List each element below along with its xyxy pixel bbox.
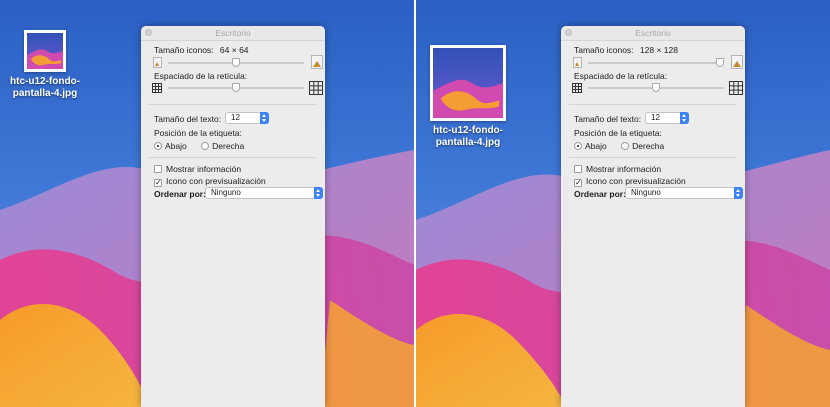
popup-arrows-icon (680, 112, 689, 124)
radio-bottom-label: Abajo (165, 141, 187, 151)
grid-spacing-slider[interactable] (588, 83, 724, 92)
large-icon-size-icon (311, 55, 323, 69)
radio-right-label: Derecha (632, 141, 665, 151)
icon-size-slider-knob[interactable] (716, 58, 724, 67)
radio-right-control[interactable] (621, 142, 630, 150)
panel-title: Escritorio (635, 28, 671, 38)
radio-right-label: Derecha (212, 141, 245, 151)
grid-spacing-label: Espaciado de la retícula: (154, 71, 248, 81)
icon-size-value: 64 × 64 (219, 45, 249, 55)
icon-preview-checkbox[interactable]: ✓ (574, 179, 582, 187)
desktop-screenshot-right: htc-u12-fondo- pantalla-4.jpg Escritorio… (416, 0, 830, 407)
sort-by-value: Ninguno (631, 188, 661, 197)
label-position-options: Abajo Derecha (574, 141, 664, 151)
show-info-checkbox[interactable] (154, 165, 162, 173)
desktop-file[interactable]: htc-u12-fondo- pantalla-4.jpg (6, 30, 84, 100)
sort-by-popup[interactable]: Ninguno (205, 187, 323, 199)
file-name-line-1: htc-u12-fondo- (10, 76, 80, 87)
grid-spacing-slider-knob[interactable] (232, 83, 240, 92)
popup-arrows-icon (260, 112, 269, 124)
icon-size-slider[interactable] (588, 58, 724, 67)
large-icon-size-icon (731, 55, 743, 69)
panel-title: Escritorio (215, 28, 251, 38)
file-name: htc-u12-fondo- pantalla-4.jpg (6, 76, 84, 100)
label-position-options: Abajo Derecha (154, 141, 244, 151)
icon-preview-row[interactable]: ✓ Icono con previsualización (154, 176, 266, 187)
icon-size-row: Tamaño iconos: 128 × 128 (574, 45, 678, 55)
small-icon-size-icon (153, 57, 162, 68)
sort-by-value: Ninguno (211, 188, 241, 197)
text-size-label: Tamaño del texto: (574, 114, 642, 124)
text-size-popup[interactable]: 12 (645, 112, 689, 124)
sort-by-label: Ordenar por: (574, 189, 626, 199)
wide-grid-icon (309, 81, 323, 95)
icon-size-label: Tamaño iconos: (154, 45, 214, 55)
sort-by-label: Ordenar por: (154, 189, 206, 199)
text-size-value: 12 (231, 113, 240, 122)
separator (149, 157, 317, 158)
panel-titlebar: Escritorio (561, 26, 745, 41)
label-position-label: Posición de la etiqueta: (154, 128, 242, 138)
file-thumbnail (24, 30, 66, 72)
desktop-file[interactable]: htc-u12-fondo- pantalla-4.jpg (416, 45, 538, 149)
radio-bottom[interactable]: Abajo (154, 141, 187, 151)
icon-size-slider[interactable] (168, 58, 304, 67)
label-position-label: Posición de la etiqueta: (574, 128, 662, 138)
desktop-view-options-panel: Escritorio Tamaño iconos: 128 × 128 Espa… (561, 26, 745, 407)
radio-right[interactable]: Derecha (621, 141, 664, 151)
radio-bottom-label: Abajo (585, 141, 607, 151)
show-info-checkbox[interactable] (574, 165, 582, 173)
icon-preview-checkbox[interactable]: ✓ (154, 179, 162, 187)
show-info-row[interactable]: Mostrar información (154, 164, 241, 174)
desktop-screenshot-left: htc-u12-fondo- pantalla-4.jpg Escritorio… (0, 0, 414, 407)
tight-grid-icon (572, 83, 582, 93)
grid-spacing-label: Espaciado de la retícula: (574, 71, 668, 81)
radio-right[interactable]: Derecha (201, 141, 244, 151)
file-name: htc-u12-fondo- pantalla-4.jpg (416, 125, 538, 149)
tight-grid-icon (152, 83, 162, 93)
panel-titlebar: Escritorio (141, 26, 325, 41)
image-preview-icon (433, 48, 503, 118)
show-info-row[interactable]: Mostrar información (574, 164, 661, 174)
grid-spacing-slider[interactable] (168, 83, 304, 92)
file-name-line-2: pantalla-4.jpg (435, 137, 501, 148)
icon-size-value: 128 × 128 (639, 45, 678, 55)
show-info-label: Mostrar información (166, 164, 242, 174)
radio-bottom-control[interactable] (154, 142, 162, 150)
icon-preview-label: Icono con previsualización (166, 176, 266, 186)
icon-size-slider-knob[interactable] (232, 58, 240, 67)
popup-arrows-icon (734, 187, 743, 199)
radio-right-control[interactable] (201, 142, 210, 150)
icon-preview-row[interactable]: ✓ Icono con previsualización (574, 176, 686, 187)
icon-size-row: Tamaño iconos: 64 × 64 (154, 45, 249, 55)
file-thumbnail (430, 45, 506, 121)
popup-arrows-icon (314, 187, 323, 199)
grid-spacing-slider-knob[interactable] (652, 83, 660, 92)
separator (149, 104, 317, 105)
image-preview-icon (27, 33, 63, 69)
separator (569, 104, 737, 105)
wide-grid-icon (729, 81, 743, 95)
small-icon-size-icon (573, 57, 582, 68)
file-name-line-1: htc-u12-fondo- (433, 125, 503, 136)
radio-bottom[interactable]: Abajo (574, 141, 607, 151)
text-size-popup[interactable]: 12 (225, 112, 269, 124)
text-size-value: 12 (651, 113, 660, 122)
show-info-label: Mostrar información (586, 164, 662, 174)
icon-preview-label: Icono con previsualización (586, 176, 686, 186)
icon-size-label: Tamaño iconos: (574, 45, 634, 55)
sort-by-popup[interactable]: Ninguno (625, 187, 743, 199)
radio-bottom-control[interactable] (574, 142, 582, 150)
file-name-line-2: pantalla-4.jpg (12, 88, 78, 99)
desktop-view-options-panel: Escritorio Tamaño iconos: 64 × 64 Espaci… (141, 26, 325, 407)
text-size-label: Tamaño del texto: (154, 114, 222, 124)
separator (569, 157, 737, 158)
